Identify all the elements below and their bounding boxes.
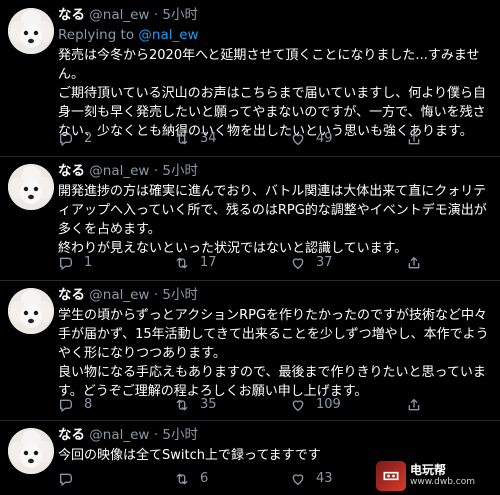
retweet-button[interactable]: 17 <box>174 255 290 271</box>
replying-handle-link[interactable]: @nal_ew <box>138 27 198 43</box>
retweet-button[interactable]: 6 <box>174 471 290 487</box>
like-count: 109 <box>316 397 341 412</box>
timestamp[interactable]: 5小时 <box>162 163 198 179</box>
display-name[interactable]: なる <box>58 427 85 443</box>
tweet-2[interactable]: なる @nal_ew · 5小时 開発進捗の方は確実に進んでおり、バトル関連は大… <box>0 156 500 281</box>
reply-icon <box>60 473 72 486</box>
like-button[interactable]: 109 <box>290 397 406 413</box>
avatar[interactable] <box>8 428 54 474</box>
separator-dot: · <box>153 287 159 303</box>
reply-icon <box>60 133 72 146</box>
tweet-actions: 1 17 37 <box>58 254 478 272</box>
heart-icon <box>292 258 304 269</box>
timestamp[interactable]: 5小时 <box>162 427 198 443</box>
avatar[interactable] <box>8 164 54 210</box>
like-count: 49 <box>316 131 333 146</box>
user-handle[interactable]: @nal_ew <box>89 427 149 443</box>
replying-prefix: Replying to <box>58 27 135 43</box>
poodle-avatar-icon <box>8 8 54 54</box>
like-button[interactable]: 49 <box>290 131 406 147</box>
share-button[interactable] <box>406 131 422 147</box>
tweet-1[interactable]: なる @nal_ew · 5小时 Replying to @nal_ew 発売は… <box>0 0 500 157</box>
display-name[interactable]: なる <box>58 7 85 23</box>
reply-count: 8 <box>84 397 93 412</box>
user-handle[interactable]: @nal_ew <box>89 287 149 303</box>
like-count: 37 <box>316 255 333 270</box>
retweet-icon <box>176 399 188 411</box>
retweet-button[interactable]: 35 <box>174 397 290 413</box>
retweet-icon <box>176 133 188 145</box>
reply-button[interactable]: 1 <box>58 255 174 271</box>
poodle-avatar-icon <box>8 288 54 334</box>
watermark-title: 电玩帮 <box>410 463 447 477</box>
reply-button[interactable]: 2 <box>58 131 174 147</box>
avatar[interactable] <box>8 8 54 54</box>
like-count: 43 <box>316 471 333 486</box>
share-button[interactable] <box>406 255 422 271</box>
tweet-header: なる @nal_ew · 5小时 <box>58 286 492 304</box>
retweet-icon <box>176 473 188 485</box>
tweet-header: なる @nal_ew · 5小时 <box>58 426 492 444</box>
retweet-count: 34 <box>200 131 217 146</box>
display-name[interactable]: なる <box>58 287 85 303</box>
reply-icon <box>60 399 72 412</box>
tweet-3[interactable]: なる @nal_ew · 5小时 学生の頃からずっとアクションRPGを作りたかっ… <box>0 280 500 421</box>
replying-to: Replying to @nal_ew <box>58 26 492 44</box>
poodle-avatar-icon <box>8 164 54 210</box>
retweet-count: 6 <box>200 471 209 486</box>
reply-count: 2 <box>84 131 93 146</box>
share-button[interactable] <box>406 397 422 413</box>
heart-icon <box>292 474 304 485</box>
reply-button[interactable]: 8 <box>58 397 174 413</box>
site-watermark: 电玩帮 www.dwb.com <box>376 459 496 493</box>
tweet-header: なる @nal_ew · 5小时 <box>58 162 492 180</box>
retweet-button[interactable]: 34 <box>174 131 290 147</box>
tweet-text: 発売は今冬から2020年へと延期させて頂くことになりました...すみません。 ご… <box>58 48 486 139</box>
separator-dot: · <box>153 427 159 443</box>
like-button[interactable]: 37 <box>290 255 406 271</box>
retweet-count: 35 <box>200 397 217 412</box>
share-icon <box>408 399 420 411</box>
display-name[interactable]: なる <box>58 163 85 179</box>
share-icon <box>408 257 420 269</box>
tweet-header: なる @nal_ew · 5小时 <box>58 6 492 24</box>
tweet-text: 開発進捗の方は確実に進んでおり、バトル関連は大体出来て直にクォリティアップへ入っ… <box>58 184 487 256</box>
avatar[interactable] <box>8 288 54 334</box>
watermark-logo-icon <box>376 461 406 491</box>
reply-icon <box>60 257 72 270</box>
heart-icon <box>292 134 304 145</box>
separator-dot: · <box>153 7 159 23</box>
watermark-url: www.dwb.com <box>410 477 475 487</box>
tweet-actions: 8 35 109 <box>58 396 478 414</box>
tweet-text: 学生の頃からずっとアクションRPGを作りたかったのですが技術など中々手が届かず、… <box>58 308 489 399</box>
user-handle[interactable]: @nal_ew <box>89 163 149 179</box>
share-icon <box>408 133 420 145</box>
poodle-avatar-icon <box>8 428 54 474</box>
timestamp[interactable]: 5小时 <box>162 287 198 303</box>
retweet-icon <box>176 257 188 269</box>
timestamp[interactable]: 5小时 <box>162 7 198 23</box>
reply-count: 1 <box>84 255 93 270</box>
watermark-text: 电玩帮 www.dwb.com <box>410 464 475 488</box>
user-handle[interactable]: @nal_ew <box>89 7 149 23</box>
separator-dot: · <box>153 163 159 179</box>
heart-icon <box>292 400 304 411</box>
retweet-count: 17 <box>200 255 217 270</box>
tweet-actions: 2 34 49 <box>58 130 478 148</box>
reply-button[interactable] <box>58 471 174 487</box>
tweet-thread: なる @nal_ew · 5小时 Replying to @nal_ew 発売は… <box>0 0 500 495</box>
